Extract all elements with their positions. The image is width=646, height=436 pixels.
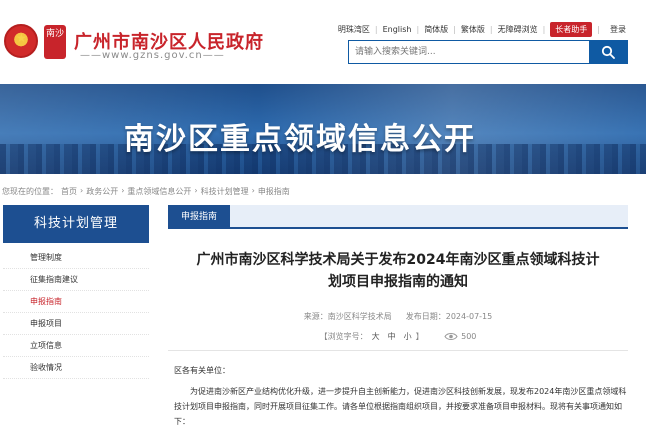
article-date: 发布日期：2024-07-15 <box>405 312 493 321</box>
breadcrumb-home[interactable]: 首页 <box>61 186 77 197</box>
breadcrumb-current[interactable]: 申报指南 <box>258 186 290 197</box>
tab-application-guide[interactable]: 申报指南 <box>168 205 230 229</box>
sidebar-item-approval-info[interactable]: 立项信息 <box>3 335 149 357</box>
eye-icon <box>444 333 458 340</box>
link-accessibility[interactable]: 无障碍浏览 <box>498 24 538 35</box>
article-title-line: 划项目申报指南的通知 <box>328 274 468 290</box>
hero-banner: 南沙区重点领域信息公开 <box>0 84 646 174</box>
site-header: ★ 南沙 广州市南沙区人民政府 ——www.gzns.gov.cn—— 明珠湾区… <box>0 0 646 84</box>
breadcrumb-key-areas[interactable]: 重点领域信息公开 <box>127 186 191 197</box>
sidebar-item-applied-projects[interactable]: 申报项目 <box>3 313 149 335</box>
sidebar-menu: 管理制度 征集指南建议 申报指南 申报项目 立项信息 验收情况 <box>3 247 149 379</box>
breadcrumb-separator: › <box>121 186 125 195</box>
link-english[interactable]: English <box>383 25 412 34</box>
link-mingzhu-bay[interactable]: 明珠湾区 <box>338 24 370 35</box>
divider: | <box>542 24 546 34</box>
font-size-medium[interactable]: 中 <box>388 332 396 341</box>
font-size-close: 】 <box>415 332 424 341</box>
article-title: 广州市南沙区科学技术局关于发布2024年南沙区重点领域科技计 划项目申报指南的通… <box>168 249 628 293</box>
breadcrumb-separator: › <box>194 186 198 195</box>
main-content: 申报指南 广州市南沙区科学技术局关于发布2024年南沙区重点领域科技计 划项目申… <box>168 205 628 436</box>
breadcrumb-separator: › <box>251 186 255 195</box>
district-seal-logo: 南沙 <box>44 25 66 59</box>
search-button[interactable] <box>589 41 627 63</box>
login-link[interactable]: 登录 <box>610 24 626 35</box>
article-paragraph: 为促进南沙新区产业结构优化升级，进一步提升自主创新能力，促进南沙区科技创新发展，… <box>174 387 627 426</box>
sidebar-heading: 科技计划管理 <box>3 205 149 243</box>
link-traditional[interactable]: 繁体版 <box>461 24 485 35</box>
view-count: 500 <box>461 332 477 341</box>
article-title-line: 广州市南沙区科学技术局关于发布2024年南沙区重点领域科技计 <box>196 252 600 268</box>
font-size-label: 【浏览字号： <box>319 332 368 341</box>
link-simplified[interactable]: 简体版 <box>424 24 448 35</box>
sidebar-item-guide-suggestions[interactable]: 征集指南建议 <box>3 269 149 291</box>
breadcrumb-prefix: 您现在的位置： <box>2 187 58 196</box>
divider: | <box>416 24 420 34</box>
breadcrumb-gov-affairs[interactable]: 政务公开 <box>86 186 118 197</box>
sidebar-item-management-rules[interactable]: 管理制度 <box>3 247 149 269</box>
article-source: 来源：南沙区科学技术局 <box>303 312 392 321</box>
font-size-large[interactable]: 大 <box>372 332 380 341</box>
search-input[interactable] <box>349 41 589 63</box>
divider: | <box>374 24 378 34</box>
article-tools: 【浏览字号： 大中小】 500 <box>168 331 628 342</box>
sidebar-item-acceptance[interactable]: 验收情况 <box>3 357 149 379</box>
divider: | <box>489 24 493 34</box>
breadcrumb: 您现在的位置： 首页 › 政务公开 › 重点领域信息公开 › 科技计划管理 › … <box>2 186 293 197</box>
divider: | <box>597 24 600 34</box>
article-body: 区各有关单位： 为促进南沙新区产业结构优化升级，进一步提升自主创新能力，促进南沙… <box>174 363 628 429</box>
divider: | <box>453 24 456 34</box>
breadcrumb-separator: › <box>80 186 84 195</box>
banner-title: 南沙区重点领域信息公开 <box>124 122 476 157</box>
search-box <box>348 40 628 64</box>
sidebar-item-application-guide[interactable]: 申报指南 <box>3 291 149 313</box>
search-icon <box>601 45 615 59</box>
font-size-small[interactable]: 小 <box>404 332 412 341</box>
breadcrumb-tech-plan[interactable]: 科技计划管理 <box>201 186 249 197</box>
article-salutation: 区各有关单位： <box>174 366 230 375</box>
national-emblem-icon: ★ <box>4 24 38 58</box>
article-meta: 来源：南沙区科学技术局 发布日期：2024-07-15 <box>168 311 628 322</box>
section-tab-bar: 申报指南 <box>168 205 628 229</box>
elderly-assist-button[interactable]: 长者助手 <box>550 21 593 37</box>
top-links-bar: 明珠湾区 | English | 简体版 | 繁体版 | 无障碍浏览 | 长者助… <box>338 21 626 37</box>
sidebar: 科技计划管理 管理制度 征集指南建议 申报指南 申报项目 立项信息 验收情况 <box>3 205 149 436</box>
site-url: ——www.gzns.gov.cn—— <box>80 50 225 61</box>
content-divider <box>168 350 628 351</box>
